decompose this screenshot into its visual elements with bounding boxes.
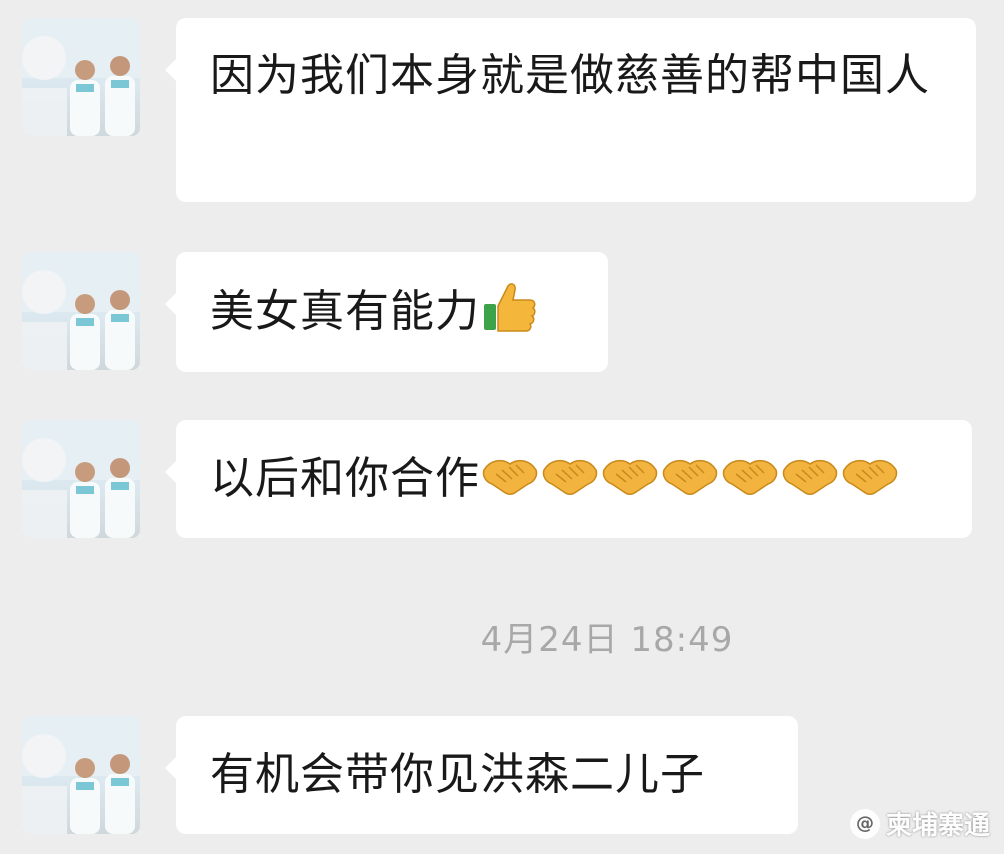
chat-window: 因为我们本身就是做慈善的帮中国人 美女真有能力 以后和你合作 4月24日 18:… [0,0,1004,854]
message-bubble[interactable]: 因为我们本身就是做慈善的帮中国人 [165,18,976,202]
handshake-icon [842,452,898,507]
handshake-icon [782,452,838,507]
handshake-icon [662,452,718,507]
message-bubble[interactable]: 美女真有能力 [165,252,608,372]
message-text: 以后和你合作 [210,453,480,504]
watermark: @ 柬埔寨通 [849,805,990,842]
message-text: 美女真有能力 [210,286,480,337]
handshake-icon [602,452,658,507]
avatar[interactable] [22,716,140,834]
message-text: 有机会带你见洪森二儿子 [210,749,705,800]
avatar[interactable] [22,420,140,538]
avatar[interactable] [22,18,140,136]
timestamp: 4月24日 18:49 [480,620,734,660]
message-bubble[interactable]: 有机会带你见洪森二儿子 [165,716,798,834]
message-text: 因为我们本身就是做慈善的帮中国人 [210,50,930,101]
handshake-icon [722,452,778,507]
avatar[interactable] [22,252,140,370]
handshake-emoji-group [482,452,898,507]
watermark-text: 柬埔寨通 [885,811,990,841]
handshake-icon [542,452,598,507]
message-bubble[interactable]: 以后和你合作 [165,420,972,538]
handshake-icon [482,452,538,507]
watermark-logo-icon: @ [849,808,880,839]
thumbs-up-icon [480,278,538,347]
